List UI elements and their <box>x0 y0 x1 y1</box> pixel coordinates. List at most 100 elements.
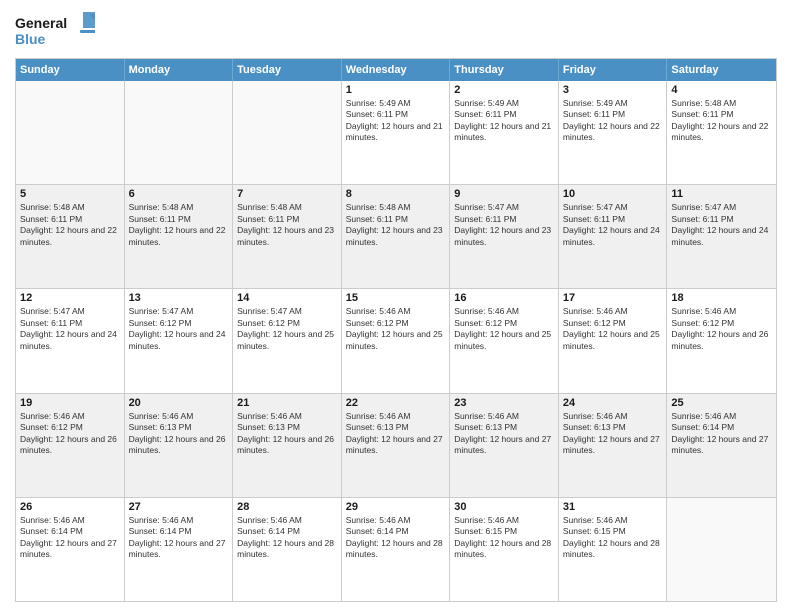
header-thursday: Thursday <box>450 59 559 81</box>
day-number: 6 <box>129 188 229 200</box>
calendar-body: 1 Sunrise: 5:49 AMSunset: 6:11 PMDayligh… <box>16 81 776 601</box>
table-row: 15 Sunrise: 5:46 AMSunset: 6:12 PMDaylig… <box>342 289 451 392</box>
day-number: 30 <box>454 501 554 513</box>
cal-week-3: 12 Sunrise: 5:47 AMSunset: 6:11 PMDaylig… <box>16 288 776 392</box>
day-number: 24 <box>563 397 663 409</box>
table-row: 10 Sunrise: 5:47 AMSunset: 6:11 PMDaylig… <box>559 185 668 288</box>
day-info: Sunrise: 5:46 AMSunset: 6:14 PMDaylight:… <box>20 515 120 561</box>
table-row: 31 Sunrise: 5:46 AMSunset: 6:15 PMDaylig… <box>559 498 668 601</box>
day-info: Sunrise: 5:48 AMSunset: 6:11 PMDaylight:… <box>129 202 229 248</box>
table-row: 9 Sunrise: 5:47 AMSunset: 6:11 PMDayligh… <box>450 185 559 288</box>
table-row: 19 Sunrise: 5:46 AMSunset: 6:12 PMDaylig… <box>16 394 125 497</box>
table-row: 23 Sunrise: 5:46 AMSunset: 6:13 PMDaylig… <box>450 394 559 497</box>
table-row: 4 Sunrise: 5:48 AMSunset: 6:11 PMDayligh… <box>667 81 776 184</box>
table-row: 8 Sunrise: 5:48 AMSunset: 6:11 PMDayligh… <box>342 185 451 288</box>
table-row <box>16 81 125 184</box>
day-info: Sunrise: 5:46 AMSunset: 6:12 PMDaylight:… <box>346 306 446 352</box>
table-row <box>233 81 342 184</box>
day-number: 21 <box>237 397 337 409</box>
table-row: 21 Sunrise: 5:46 AMSunset: 6:13 PMDaylig… <box>233 394 342 497</box>
day-info: Sunrise: 5:48 AMSunset: 6:11 PMDaylight:… <box>671 98 772 144</box>
table-row <box>125 81 234 184</box>
day-info: Sunrise: 5:46 AMSunset: 6:14 PMDaylight:… <box>129 515 229 561</box>
svg-text:General: General <box>15 15 67 31</box>
day-number: 19 <box>20 397 120 409</box>
day-info: Sunrise: 5:46 AMSunset: 6:12 PMDaylight:… <box>454 306 554 352</box>
cal-week-5: 26 Sunrise: 5:46 AMSunset: 6:14 PMDaylig… <box>16 497 776 601</box>
table-row: 2 Sunrise: 5:49 AMSunset: 6:11 PMDayligh… <box>450 81 559 184</box>
day-info: Sunrise: 5:46 AMSunset: 6:13 PMDaylight:… <box>454 411 554 457</box>
day-number: 22 <box>346 397 446 409</box>
day-info: Sunrise: 5:47 AMSunset: 6:11 PMDaylight:… <box>563 202 663 248</box>
day-info: Sunrise: 5:46 AMSunset: 6:13 PMDaylight:… <box>237 411 337 457</box>
day-info: Sunrise: 5:49 AMSunset: 6:11 PMDaylight:… <box>346 98 446 144</box>
day-info: Sunrise: 5:48 AMSunset: 6:11 PMDaylight:… <box>237 202 337 248</box>
table-row: 12 Sunrise: 5:47 AMSunset: 6:11 PMDaylig… <box>16 289 125 392</box>
day-info: Sunrise: 5:46 AMSunset: 6:13 PMDaylight:… <box>346 411 446 457</box>
day-info: Sunrise: 5:47 AMSunset: 6:12 PMDaylight:… <box>237 306 337 352</box>
calendar-header: Sunday Monday Tuesday Wednesday Thursday… <box>16 59 776 81</box>
day-info: Sunrise: 5:49 AMSunset: 6:11 PMDaylight:… <box>563 98 663 144</box>
day-number: 31 <box>563 501 663 513</box>
table-row: 24 Sunrise: 5:46 AMSunset: 6:13 PMDaylig… <box>559 394 668 497</box>
day-info: Sunrise: 5:46 AMSunset: 6:14 PMDaylight:… <box>237 515 337 561</box>
table-row: 6 Sunrise: 5:48 AMSunset: 6:11 PMDayligh… <box>125 185 234 288</box>
header-sunday: Sunday <box>16 59 125 81</box>
table-row: 11 Sunrise: 5:47 AMSunset: 6:11 PMDaylig… <box>667 185 776 288</box>
day-number: 7 <box>237 188 337 200</box>
day-info: Sunrise: 5:47 AMSunset: 6:12 PMDaylight:… <box>129 306 229 352</box>
day-number: 4 <box>671 84 772 96</box>
svg-text:Blue: Blue <box>15 31 46 47</box>
header-friday: Friday <box>559 59 668 81</box>
day-number: 27 <box>129 501 229 513</box>
day-number: 29 <box>346 501 446 513</box>
table-row: 7 Sunrise: 5:48 AMSunset: 6:11 PMDayligh… <box>233 185 342 288</box>
day-info: Sunrise: 5:46 AMSunset: 6:13 PMDaylight:… <box>563 411 663 457</box>
day-number: 18 <box>671 292 772 304</box>
table-row: 3 Sunrise: 5:49 AMSunset: 6:11 PMDayligh… <box>559 81 668 184</box>
table-row: 18 Sunrise: 5:46 AMSunset: 6:12 PMDaylig… <box>667 289 776 392</box>
header-wednesday: Wednesday <box>342 59 451 81</box>
day-info: Sunrise: 5:46 AMSunset: 6:15 PMDaylight:… <box>563 515 663 561</box>
cal-week-2: 5 Sunrise: 5:48 AMSunset: 6:11 PMDayligh… <box>16 184 776 288</box>
day-number: 23 <box>454 397 554 409</box>
table-row: 14 Sunrise: 5:47 AMSunset: 6:12 PMDaylig… <box>233 289 342 392</box>
table-row: 30 Sunrise: 5:46 AMSunset: 6:15 PMDaylig… <box>450 498 559 601</box>
day-number: 13 <box>129 292 229 304</box>
day-number: 1 <box>346 84 446 96</box>
day-info: Sunrise: 5:46 AMSunset: 6:12 PMDaylight:… <box>671 306 772 352</box>
table-row: 29 Sunrise: 5:46 AMSunset: 6:14 PMDaylig… <box>342 498 451 601</box>
cal-week-1: 1 Sunrise: 5:49 AMSunset: 6:11 PMDayligh… <box>16 81 776 184</box>
day-number: 26 <box>20 501 120 513</box>
day-info: Sunrise: 5:46 AMSunset: 6:12 PMDaylight:… <box>20 411 120 457</box>
calendar: Sunday Monday Tuesday Wednesday Thursday… <box>15 58 777 602</box>
table-row: 20 Sunrise: 5:46 AMSunset: 6:13 PMDaylig… <box>125 394 234 497</box>
header: General Blue <box>15 10 777 50</box>
day-info: Sunrise: 5:46 AMSunset: 6:14 PMDaylight:… <box>346 515 446 561</box>
table-row: 13 Sunrise: 5:47 AMSunset: 6:12 PMDaylig… <box>125 289 234 392</box>
day-number: 20 <box>129 397 229 409</box>
day-number: 25 <box>671 397 772 409</box>
day-info: Sunrise: 5:48 AMSunset: 6:11 PMDaylight:… <box>20 202 120 248</box>
table-row: 25 Sunrise: 5:46 AMSunset: 6:14 PMDaylig… <box>667 394 776 497</box>
day-info: Sunrise: 5:47 AMSunset: 6:11 PMDaylight:… <box>671 202 772 248</box>
day-info: Sunrise: 5:49 AMSunset: 6:11 PMDaylight:… <box>454 98 554 144</box>
day-number: 9 <box>454 188 554 200</box>
day-info: Sunrise: 5:46 AMSunset: 6:13 PMDaylight:… <box>129 411 229 457</box>
day-info: Sunrise: 5:46 AMSunset: 6:15 PMDaylight:… <box>454 515 554 561</box>
day-number: 17 <box>563 292 663 304</box>
table-row: 22 Sunrise: 5:46 AMSunset: 6:13 PMDaylig… <box>342 394 451 497</box>
header-tuesday: Tuesday <box>233 59 342 81</box>
day-number: 28 <box>237 501 337 513</box>
logo-svg: General Blue <box>15 10 95 50</box>
day-info: Sunrise: 5:48 AMSunset: 6:11 PMDaylight:… <box>346 202 446 248</box>
day-number: 15 <box>346 292 446 304</box>
day-number: 8 <box>346 188 446 200</box>
page: General Blue Sunday Monday Tuesday Wedne… <box>0 0 792 612</box>
table-row: 28 Sunrise: 5:46 AMSunset: 6:14 PMDaylig… <box>233 498 342 601</box>
table-row: 5 Sunrise: 5:48 AMSunset: 6:11 PMDayligh… <box>16 185 125 288</box>
day-number: 12 <box>20 292 120 304</box>
day-number: 16 <box>454 292 554 304</box>
table-row <box>667 498 776 601</box>
header-monday: Monday <box>125 59 234 81</box>
